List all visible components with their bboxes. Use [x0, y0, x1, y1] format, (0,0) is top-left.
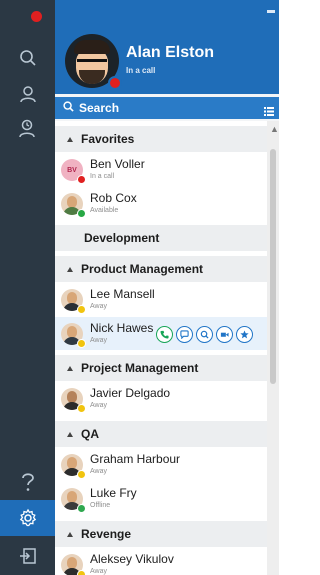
caret-up-icon: [67, 431, 73, 437]
group-qa[interactable]: QA: [55, 421, 267, 447]
group-project-management[interactable]: Project Management: [55, 355, 267, 381]
list-view-icon[interactable]: [264, 103, 274, 121]
group-label: Favorites: [81, 132, 135, 146]
rail-signout-button[interactable]: [0, 538, 55, 574]
scroll-thumb[interactable]: [270, 149, 276, 384]
chat-icon: [180, 326, 189, 344]
search-icon: [63, 99, 74, 117]
presence-status-dot[interactable]: [31, 11, 42, 22]
contact-actions: [156, 326, 253, 343]
person-icon: [19, 85, 37, 103]
status-dot: [77, 470, 86, 479]
contact-name: Lee Mansell: [90, 287, 155, 301]
scroll-up-icon[interactable]: ▲: [270, 125, 279, 134]
gear-icon: [18, 508, 38, 528]
main-panel: Alan Elston In a call Search Favorites B…: [55, 0, 279, 575]
caret-up-icon: [67, 266, 73, 272]
rail-history-button[interactable]: [0, 110, 55, 146]
contact-name: Aleksey Vikulov: [90, 552, 174, 566]
video-icon: [220, 326, 229, 344]
contact-name: Ben Voller: [90, 157, 145, 171]
contact-aleksey-vikulov[interactable]: Aleksey Vikulov Away: [55, 548, 267, 575]
status-dot: [77, 504, 86, 513]
contact-rob-cox[interactable]: Rob Cox Available: [55, 187, 267, 220]
contact-lee-mansell[interactable]: Lee Mansell Away: [55, 283, 267, 316]
person-clock-icon: [18, 118, 38, 138]
search-icon: [200, 326, 209, 344]
search-bar[interactable]: Search: [55, 97, 279, 119]
group-label: Project Management: [81, 361, 199, 375]
group-development[interactable]: Development: [55, 225, 267, 251]
contact-status: Offline: [90, 502, 111, 509]
find-button[interactable]: [196, 326, 213, 343]
contact-name: Graham Harbour: [90, 452, 181, 466]
profile-name: Alan Elston: [126, 44, 215, 61]
group-label: Product Management: [81, 262, 204, 276]
profile-status-dot: [108, 76, 122, 90]
contact-nick-hawes[interactable]: Nick Hawes Away: [55, 317, 267, 350]
contact-name: Rob Cox: [90, 191, 137, 205]
status-dot: [77, 175, 86, 184]
rail-search-button[interactable]: [0, 40, 55, 76]
caret-up-icon: [67, 531, 73, 537]
phone-icon: [160, 326, 169, 344]
contact-status: Away: [90, 337, 107, 344]
contact-status: In a call: [90, 173, 115, 180]
question-icon: [21, 472, 35, 492]
group-label: QA: [81, 427, 99, 441]
profile-status-text: In a call: [126, 66, 156, 75]
status-dot: [77, 305, 86, 314]
contact-name: Luke Fry: [90, 486, 137, 500]
contact-status: Away: [90, 468, 107, 475]
contact-name: Nick Hawes: [90, 321, 154, 335]
status-dot: [77, 209, 86, 218]
contact-status: Available: [90, 207, 119, 214]
call-button[interactable]: [156, 326, 173, 343]
contact-status: Away: [90, 402, 107, 409]
status-dot: [77, 570, 86, 575]
contact-list-scrollbar[interactable]: ▲: [267, 121, 279, 575]
left-rail: [0, 0, 55, 575]
contact-status: Away: [90, 568, 107, 575]
caret-up-icon: [67, 365, 73, 371]
rail-help-button[interactable]: [0, 464, 55, 500]
video-button[interactable]: [216, 326, 233, 343]
search-label: Search: [79, 101, 120, 115]
group-label: Development: [84, 231, 160, 245]
contact-ben-voller[interactable]: BV Ben Voller In a call: [55, 153, 267, 186]
profile-header: Alan Elston In a call: [55, 0, 279, 94]
contact-luke-fry[interactable]: Luke Fry Offline: [55, 482, 267, 515]
contact-javier-delgado[interactable]: Javier Delgado Away: [55, 382, 267, 415]
status-dot: [77, 404, 86, 413]
group-revenge[interactable]: Revenge: [55, 521, 267, 547]
status-dot: [77, 339, 86, 348]
group-label: Revenge: [81, 527, 132, 541]
star-icon: [240, 326, 249, 344]
contact-name: Javier Delgado: [90, 386, 171, 400]
contact-graham-harbour[interactable]: Graham Harbour Away: [55, 448, 267, 481]
search-icon: [19, 49, 37, 67]
caret-up-icon: [67, 136, 73, 142]
rail-contacts-button[interactable]: [0, 76, 55, 112]
contact-list: Favorites BV Ben Voller In a call Rob Co…: [55, 121, 267, 575]
sign-out-icon: [19, 547, 37, 565]
group-product-management[interactable]: Product Management: [55, 256, 267, 282]
minimize-icon[interactable]: [267, 10, 275, 13]
group-favorites[interactable]: Favorites: [55, 126, 267, 152]
favorite-button[interactable]: [236, 326, 253, 343]
contact-status: Away: [90, 303, 107, 310]
rail-settings-button[interactable]: [0, 500, 55, 536]
chat-button[interactable]: [176, 326, 193, 343]
